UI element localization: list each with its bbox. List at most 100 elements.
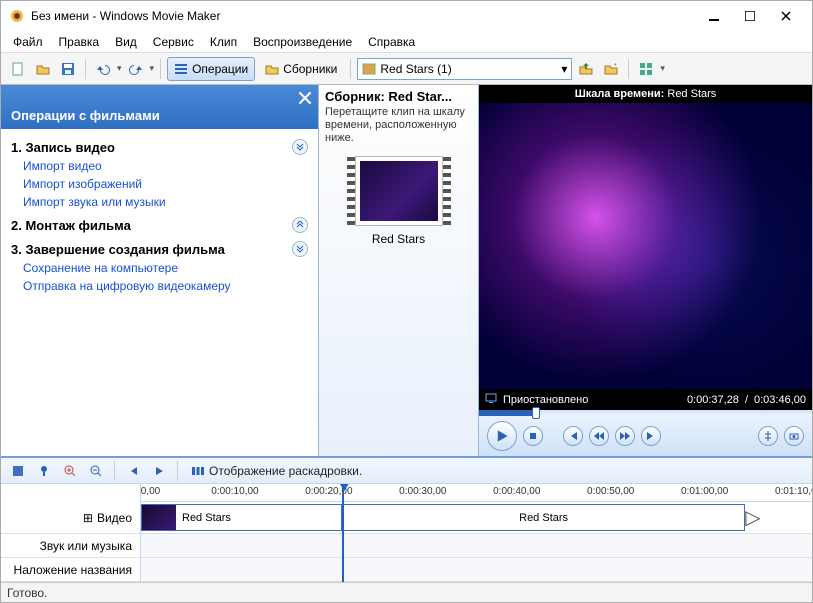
end-marker-icon: ▷ [745,502,761,533]
preview-video[interactable] [479,103,812,389]
undo-dropdown[interactable]: ▾ [117,63,122,74]
window-title: Без имени - Windows Movie Maker [31,9,696,23]
collection-combo[interactable]: Red Stars (1) ▾ [357,58,572,80]
clip-thumbnail-label: Red Stars [372,232,425,246]
preview-status-bar: Приостановлено 0:00:37,28 / 0:03:46,00 [479,389,812,410]
new-button[interactable] [7,58,29,80]
chevron-up-icon [292,139,308,155]
undo-button[interactable] [92,58,114,80]
menu-play[interactable]: Воспроизведение [247,33,358,51]
close-button[interactable] [768,4,804,28]
close-icon[interactable] [298,91,312,105]
chevron-down-icon: ▾ [561,62,567,76]
section-title: 3. Завершение создания фильма [11,242,225,257]
menu-clip[interactable]: Клип [204,33,243,51]
seek-bar[interactable] [479,410,812,416]
preview-title: Шкала времени: Red Stars [479,85,812,103]
separator [628,59,629,79]
save-button[interactable] [57,58,79,80]
rewind-button[interactable] [589,426,609,446]
playhead[interactable] [342,484,344,582]
title-track[interactable] [141,558,812,582]
video-track[interactable]: Red Stars Red Stars ▷ [141,502,812,534]
play-button[interactable] [487,421,517,451]
chevron-up-icon [292,241,308,257]
view-button[interactable] [635,58,657,80]
time-current: 0:00:37,28 [687,394,739,406]
minimize-button[interactable] [696,4,732,28]
menu-file[interactable]: Файл [7,33,49,51]
time-total: 0:03:46,00 [754,394,806,406]
clip-label: Red Stars [176,512,237,524]
separator [85,59,86,79]
preview-pane: Шкала времени: Red Stars Приостановлено … [479,85,812,456]
zoom-out-button[interactable] [85,460,107,482]
redo-button[interactable] [125,58,147,80]
snapshot-button[interactable] [784,426,804,446]
row-label-video: ⊞ Видео [1,502,140,534]
maximize-button[interactable] [732,4,768,28]
view-dropdown[interactable]: ▾ [660,63,665,74]
timeline-tracks[interactable]: 00,00 0:00:10,00 0:00:20,00 0:00:30,00 0… [141,484,812,582]
section-title: 1. Запись видео [11,140,115,155]
open-button[interactable] [32,58,54,80]
redo-dropdown[interactable]: ▾ [150,63,155,74]
row-label-title: Наложение названия [1,558,140,582]
tl-play-button[interactable] [148,460,170,482]
narrate-button[interactable] [33,460,55,482]
clip-label: Red Stars [513,512,574,524]
task-link-import-video[interactable]: Импорт видео [1,157,318,175]
collection-title: Сборник: Red Star... [325,89,472,104]
menu-help[interactable]: Справка [362,33,421,51]
time-ruler[interactable]: 00,00 0:00:10,00 0:00:20,00 0:00:30,00 0… [141,484,812,502]
task-section-capture[interactable]: 1. Запись видео [1,133,318,157]
film-thumb-icon [355,156,443,226]
up-level-button[interactable] [575,58,597,80]
tasks-body: 1. Запись видео Импорт видео Импорт изоб… [1,129,318,456]
timeline-toolbar: Отображение раскадровки. [1,458,812,484]
forward-button[interactable] [615,426,635,446]
task-link-send-dv[interactable]: Отправка на цифровую видеокамеру [1,277,318,295]
seek-thumb[interactable] [532,407,540,419]
collections-toggle-label: Сборники [283,62,337,76]
menu-edit[interactable]: Правка [53,33,106,51]
timeline-clip[interactable]: Red Stars [141,504,342,531]
tasks-header-title: Операции с фильмами [11,108,160,123]
timeline-properties-button[interactable] [7,460,29,482]
clip-thumb-icon [142,505,176,530]
tasks-header: Операции с фильмами [1,85,318,129]
prev-button[interactable] [563,426,583,446]
split-button[interactable] [758,426,778,446]
timeline-pane: Отображение раскадровки. ⊞ Видео Звук ил… [1,456,812,582]
tasks-toggle-button[interactable]: Операции [167,57,255,81]
row-label-audio: Звук или музыка [1,534,140,558]
next-button[interactable] [641,426,661,446]
menu-view[interactable]: Вид [109,33,143,51]
task-section-edit[interactable]: 2. Монтаж фильма [1,211,318,235]
separator [350,59,351,79]
expand-icon[interactable]: ⊞ [83,511,93,525]
timeline-body: ⊞ Видео Звук или музыка Наложение назван… [1,484,812,582]
clip-thumbnail[interactable]: Red Stars [325,156,472,246]
timeline-row-labels: ⊞ Видео Звук или музыка Наложение назван… [1,484,141,582]
new-folder-button[interactable]: * [600,58,622,80]
main-area: Операции с фильмами 1. Запись видео Импо… [1,85,812,456]
separator [160,59,161,79]
audio-track[interactable] [141,534,812,558]
menu-tools[interactable]: Сервис [147,33,200,51]
video-frame [479,103,812,389]
task-section-finish[interactable]: 3. Завершение создания фильма [1,235,318,259]
collections-toggle-button[interactable]: Сборники [258,57,344,81]
storyboard-toggle[interactable]: Отображение раскадровки. [191,464,362,478]
tasks-toggle-label: Операции [192,62,248,76]
task-link-save-computer[interactable]: Сохранение на компьютере [1,259,318,277]
app-icon [9,8,25,24]
timeline-clip[interactable]: Red Stars [342,504,745,531]
preview-title-clip: Red Stars [667,88,716,100]
task-link-import-audio[interactable]: Импорт звука или музыки [1,193,318,211]
tl-rewind-button[interactable] [122,460,144,482]
collection-subtitle: Перетащите клип на шкалу времени, распол… [325,106,472,146]
zoom-in-button[interactable] [59,460,81,482]
stop-button[interactable] [523,426,543,446]
task-link-import-pictures[interactable]: Импорт изображений [1,175,318,193]
